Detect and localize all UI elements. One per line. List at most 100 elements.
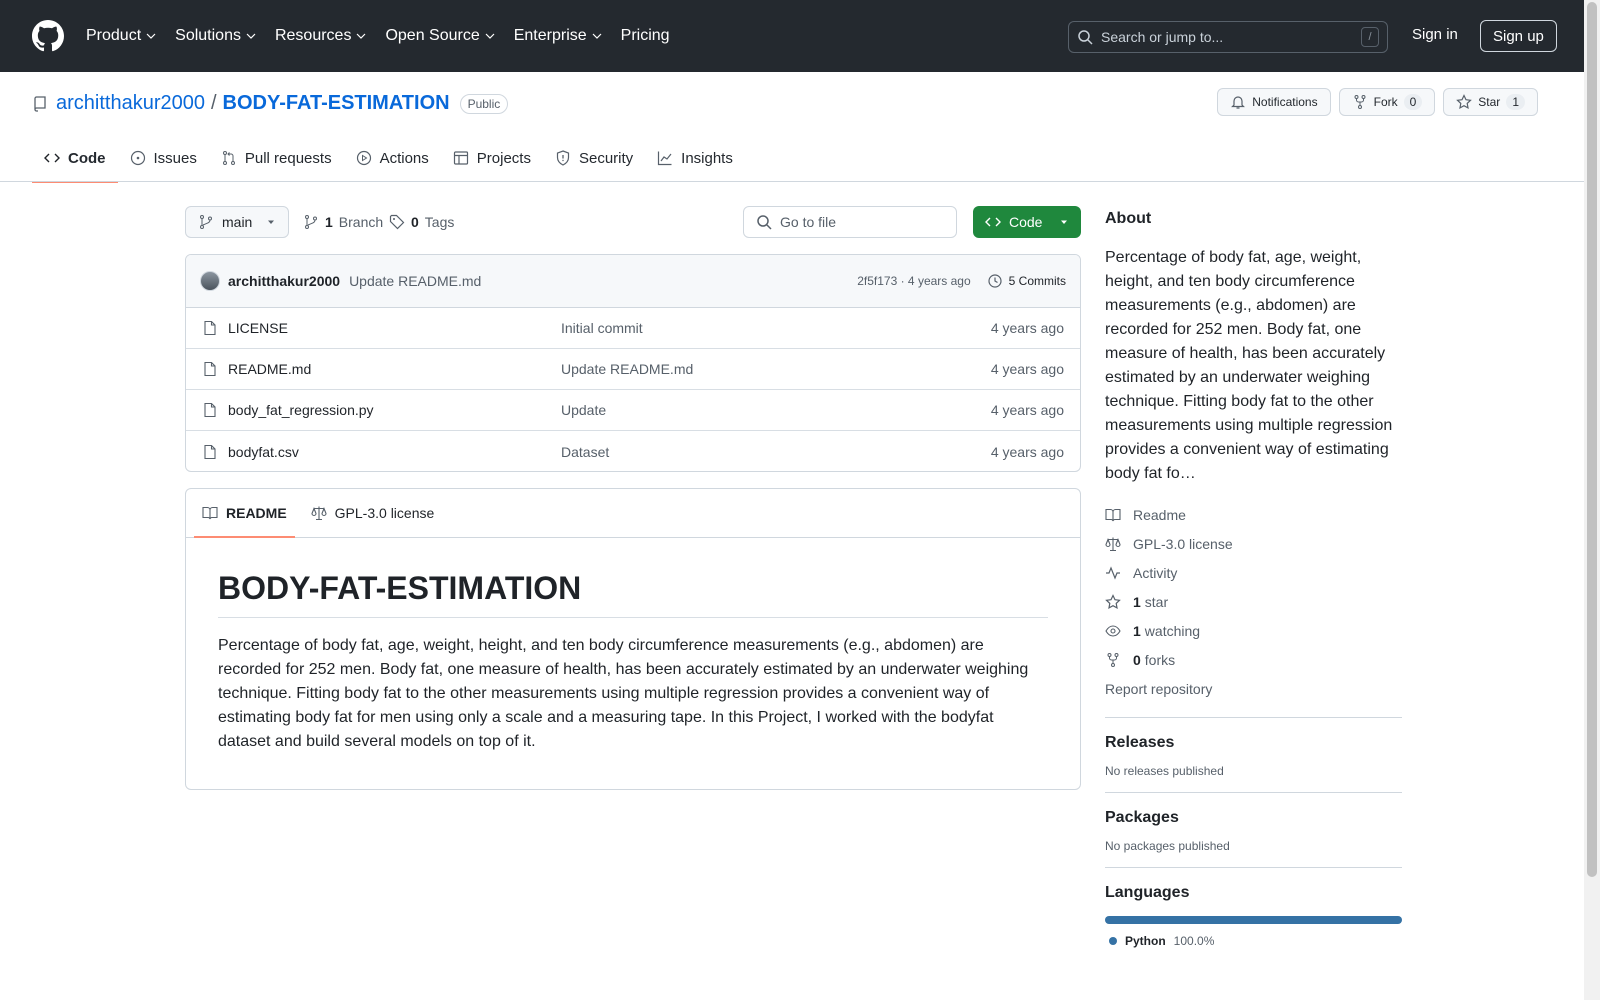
history-icon: [988, 274, 1002, 288]
tab-insights[interactable]: Insights: [645, 140, 745, 182]
nav-enterprise[interactable]: Enterprise: [514, 27, 603, 45]
branch-select-button[interactable]: main: [185, 206, 289, 238]
tags-link[interactable]: 0 Tags: [389, 214, 454, 230]
watchers-link[interactable]: 1 watching: [1105, 616, 1402, 645]
tab-issues[interactable]: Issues: [118, 140, 209, 182]
tab-code[interactable]: Code: [32, 140, 118, 183]
commit-message-link[interactable]: Update README.md: [349, 273, 481, 289]
go-to-file-input[interactable]: Go to file: [743, 206, 957, 238]
book-icon: [202, 506, 218, 520]
tab-pull-requests[interactable]: Pull requests: [209, 140, 344, 182]
file-name-link[interactable]: body_fat_regression.py: [228, 402, 561, 418]
search-icon: [1078, 30, 1093, 45]
repo-name-link[interactable]: BODY-FAT-ESTIMATION: [223, 92, 450, 115]
star-icon: [1456, 94, 1473, 110]
branch-label: Branch: [338, 214, 384, 230]
tab-actions[interactable]: Actions: [344, 140, 441, 182]
commit-hash-age[interactable]: 2f5f173 · 4 years ago: [857, 274, 970, 288]
stars-link[interactable]: 1 star: [1105, 587, 1402, 616]
tab-label: Code: [68, 149, 106, 167]
readme-paragraph: Percentage of body fat, age, weight, hei…: [218, 637, 1029, 750]
file-commit-link[interactable]: Update README.md: [561, 361, 693, 377]
file-list: architthakur2000 Update README.md 2f5f17…: [185, 254, 1081, 472]
license-link[interactable]: GPL-3.0 license: [1105, 529, 1402, 558]
tab-security[interactable]: Security: [543, 140, 645, 182]
search-input[interactable]: Search or jump to... /: [1068, 21, 1388, 53]
sidebar-divider: [1105, 717, 1402, 718]
file-row[interactable]: README.md Update README.md 4 years ago: [186, 349, 1080, 390]
nav-open-source[interactable]: Open Source: [385, 27, 495, 45]
star-icon: [1105, 593, 1121, 609]
branches-link[interactable]: 1 Branch: [303, 214, 383, 230]
github-logo-icon[interactable]: [32, 20, 64, 52]
nav-resources[interactable]: Resources: [275, 27, 367, 45]
branch-count: 1: [325, 214, 333, 230]
code-dropdown-button[interactable]: Code: [973, 206, 1081, 238]
nav-product[interactable]: Product: [86, 27, 157, 45]
language-percent: 100.0%: [1173, 934, 1215, 948]
file-commit-link[interactable]: Initial commit: [561, 320, 643, 336]
scrollbar[interactable]: [1584, 0, 1600, 1000]
watching-label: watching: [1144, 622, 1201, 639]
repo-icon: [34, 95, 46, 112]
star-count: 1: [1506, 94, 1525, 110]
fork-label: Fork: [1373, 95, 1398, 109]
tab-license[interactable]: GPL-3.0 license: [303, 489, 443, 537]
notifications-button[interactable]: Notifications: [1217, 88, 1331, 116]
file-age: 4 years ago: [990, 402, 1064, 418]
sign-in-link[interactable]: Sign in: [1412, 26, 1458, 43]
avatar[interactable]: [200, 271, 220, 291]
chevron-down-icon: [592, 33, 602, 39]
chevron-down-icon: [485, 33, 495, 39]
fork-icon: [1354, 95, 1366, 109]
releases-heading[interactable]: Releases: [1105, 734, 1402, 752]
tab-label: Actions: [379, 149, 429, 167]
tab-readme[interactable]: README: [194, 489, 295, 538]
top-header: Product Solutions Resources Open Source …: [0, 0, 1584, 72]
file-row[interactable]: bodyfat.csv Dataset 4 years ago: [186, 431, 1080, 471]
file-name-link[interactable]: bodyfat.csv: [228, 444, 561, 460]
about-heading: About: [1105, 210, 1152, 227]
file-commit-link[interactable]: Update: [561, 402, 606, 418]
language-item[interactable]: Python 100.0%: [1105, 934, 1402, 948]
commit-author-link[interactable]: architthakur2000: [228, 273, 340, 289]
nav-pricing[interactable]: Pricing: [621, 27, 670, 45]
nav-solutions[interactable]: Solutions: [175, 27, 257, 45]
file-name-link[interactable]: README.md: [228, 361, 561, 377]
tab-projects[interactable]: Projects: [441, 140, 543, 182]
forks-link[interactable]: 0 forks: [1105, 645, 1402, 674]
tab-label: Issues: [153, 149, 197, 167]
shield-icon: [556, 150, 570, 166]
watching-count: 1: [1133, 622, 1141, 639]
eye-icon: [1105, 624, 1121, 637]
commits-link[interactable]: 5 Commits: [987, 273, 1066, 289]
scrollbar-thumb[interactable]: [1587, 2, 1597, 877]
tab-label: Security: [578, 149, 634, 167]
file-row[interactable]: body_fat_regression.py Update 4 years ag…: [186, 390, 1080, 431]
readme-link[interactable]: Readme: [1105, 500, 1402, 529]
file-icon: [204, 320, 216, 336]
nav-label: Product: [86, 27, 142, 44]
tab-label: README: [226, 505, 287, 521]
report-repository-link[interactable]: Report repository: [1105, 674, 1402, 703]
packages-heading[interactable]: Packages: [1105, 809, 1402, 827]
star-button[interactable]: Star 1: [1443, 88, 1538, 116]
law-icon: [311, 506, 327, 521]
branch-icon: [305, 215, 317, 229]
readme-link-label: Readme: [1133, 506, 1186, 523]
branch-icon: [200, 215, 212, 229]
star-label: Star: [1478, 95, 1501, 109]
code-icon: [44, 153, 60, 163]
file-row[interactable]: LICENSE Initial commit 4 years ago: [186, 308, 1080, 349]
visibility-badge: Public: [459, 93, 509, 114]
activity-link[interactable]: Activity: [1105, 558, 1402, 587]
chevron-down-icon: [246, 33, 256, 39]
book-icon: [1105, 508, 1121, 521]
sign-up-button[interactable]: Sign up: [1480, 20, 1557, 52]
search-icon: [757, 215, 772, 230]
repo-owner-link[interactable]: architthakur2000: [56, 92, 205, 115]
fork-count: 0: [1403, 94, 1423, 110]
file-name-link[interactable]: LICENSE: [228, 320, 561, 336]
fork-button[interactable]: Fork 0: [1338, 88, 1436, 116]
file-commit-link[interactable]: Dataset: [561, 444, 609, 460]
